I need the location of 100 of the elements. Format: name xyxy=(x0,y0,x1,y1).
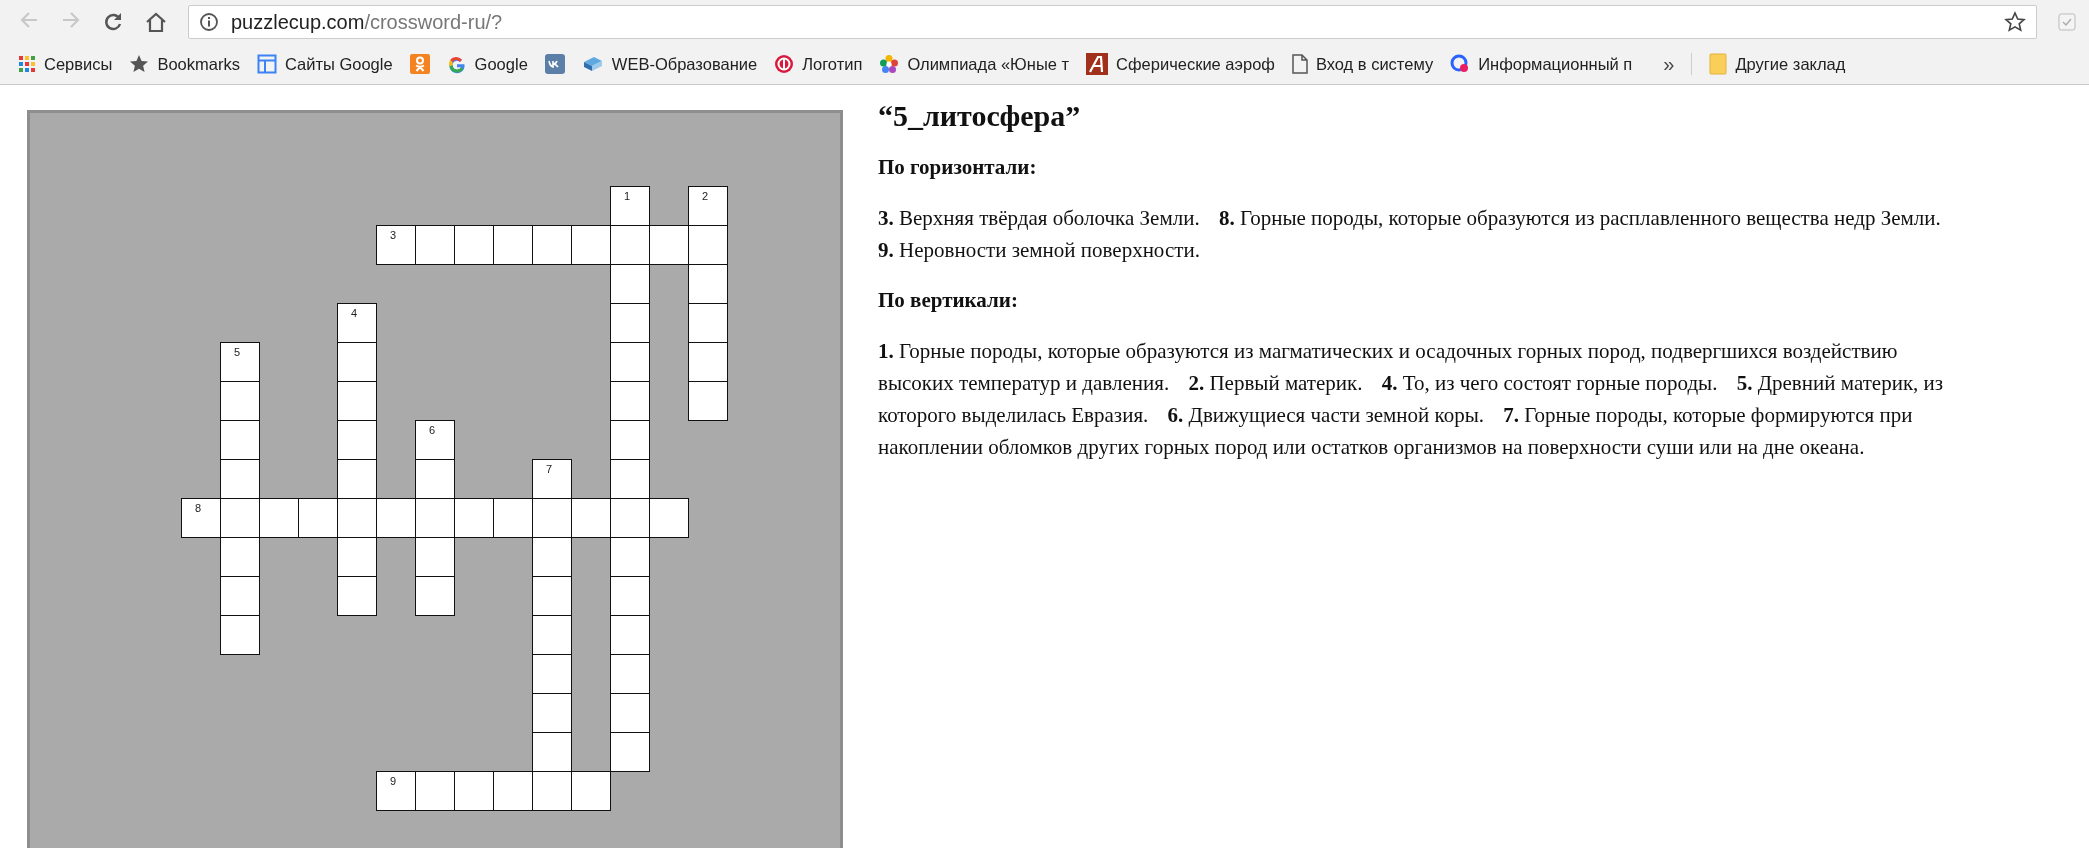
letter-cell[interactable] xyxy=(532,732,572,772)
letter-cell[interactable]: 2 xyxy=(688,186,728,226)
letter-cell[interactable] xyxy=(532,693,572,733)
letter-cell[interactable] xyxy=(610,264,650,304)
letter-cell[interactable] xyxy=(532,537,572,577)
bookmark[interactable]: Bookmarks xyxy=(129,54,240,74)
bookmark[interactable] xyxy=(409,54,430,74)
bookmark[interactable]: Сферические аэроф xyxy=(1086,53,1275,75)
letter-cell[interactable] xyxy=(532,498,572,538)
bookmark-star-icon[interactable] xyxy=(2004,11,2026,33)
letter-cell[interactable] xyxy=(571,771,611,811)
letter-cell[interactable]: 6 xyxy=(415,420,455,460)
bookmark[interactable]: Информационный п xyxy=(1450,54,1633,74)
letter-cell[interactable] xyxy=(571,498,611,538)
star-icon xyxy=(129,54,150,74)
address-bar[interactable]: puzzlecup.com/crossword-ru/? xyxy=(188,5,2037,39)
letter-cell[interactable] xyxy=(610,225,650,265)
letter-cell[interactable] xyxy=(337,342,377,382)
letter-cell[interactable] xyxy=(610,654,650,694)
letter-cell[interactable] xyxy=(688,264,728,304)
letter-cell[interactable] xyxy=(610,537,650,577)
letter-cell[interactable] xyxy=(649,498,689,538)
letter-cell[interactable] xyxy=(688,381,728,421)
letter-cell[interactable] xyxy=(610,615,650,655)
letter-cell[interactable] xyxy=(610,498,650,538)
letter-cell[interactable] xyxy=(532,771,572,811)
letter-cell[interactable] xyxy=(493,225,533,265)
letter-cell[interactable] xyxy=(493,771,533,811)
bookmark-folder[interactable]: Другие заклад xyxy=(1709,53,1846,75)
letter-cell[interactable] xyxy=(337,576,377,616)
clue-number: 2 xyxy=(702,191,709,202)
letter-cell[interactable] xyxy=(610,420,650,460)
letter-cell[interactable] xyxy=(610,459,650,499)
letter-cell[interactable] xyxy=(220,615,260,655)
letter-cell[interactable] xyxy=(454,498,494,538)
letter-cell[interactable] xyxy=(337,420,377,460)
letter-cell[interactable]: 1 xyxy=(610,186,650,226)
letter-cell[interactable]: 5 xyxy=(220,342,260,382)
info-icon[interactable] xyxy=(199,12,219,32)
bookmark[interactable]: Сайты Google xyxy=(256,54,393,74)
letter-cell[interactable] xyxy=(220,459,260,499)
letter-cell[interactable] xyxy=(688,225,728,265)
more-bookmarks-button[interactable]: » xyxy=(1663,52,1675,76)
letter-cell[interactable] xyxy=(610,576,650,616)
bookmark[interactable]: Олимпиада «Юные т xyxy=(879,54,1070,74)
clue-number: 9 xyxy=(390,776,397,787)
home-icon[interactable] xyxy=(144,11,168,33)
ok-icon xyxy=(409,54,430,74)
letter-cell[interactable] xyxy=(688,342,728,382)
letter-cell[interactable] xyxy=(571,225,611,265)
letter-cell[interactable] xyxy=(532,225,572,265)
letter-cell[interactable] xyxy=(220,381,260,421)
circle-logo-icon xyxy=(1450,54,1471,74)
bookmark[interactable] xyxy=(544,54,565,74)
letter-cell[interactable]: 8 xyxy=(181,498,221,538)
letter-cell[interactable] xyxy=(220,576,260,616)
letter-cell[interactable] xyxy=(220,498,260,538)
letter-cell[interactable] xyxy=(337,537,377,577)
letter-cell[interactable] xyxy=(220,420,260,460)
letter-cell[interactable] xyxy=(610,693,650,733)
letter-cell[interactable] xyxy=(454,771,494,811)
flower-icon xyxy=(879,54,900,74)
letter-cell[interactable] xyxy=(415,225,455,265)
bookmark[interactable]: Логотип xyxy=(774,54,863,74)
clue-number: 6 xyxy=(429,425,436,436)
bookmark[interactable]: Сервисы xyxy=(18,54,113,74)
letter-cell[interactable] xyxy=(532,576,572,616)
section-heading: По горизонтали: xyxy=(878,155,1038,180)
letter-cell[interactable] xyxy=(415,459,455,499)
letter-cell[interactable] xyxy=(337,459,377,499)
bookmark[interactable]: Вход в систему xyxy=(1291,54,1434,74)
letter-cell[interactable] xyxy=(454,225,494,265)
letter-cell[interactable] xyxy=(610,303,650,343)
letter-cell[interactable] xyxy=(415,576,455,616)
letter-cell[interactable] xyxy=(493,498,533,538)
letter-cell[interactable] xyxy=(532,654,572,694)
letter-cell[interactable] xyxy=(649,225,689,265)
letter-cell[interactable] xyxy=(376,498,416,538)
letter-cell[interactable] xyxy=(220,537,260,577)
letter-cell[interactable]: 4 xyxy=(337,303,377,343)
letter-cell[interactable] xyxy=(688,303,728,343)
letter-cell[interactable] xyxy=(610,732,650,772)
letter-cell[interactable] xyxy=(610,381,650,421)
letter-cell[interactable] xyxy=(298,498,338,538)
bookmark[interactable]: WEB-Образование xyxy=(581,54,758,74)
letter-cell[interactable] xyxy=(337,498,377,538)
letter-cell[interactable] xyxy=(259,498,299,538)
letter-cell[interactable] xyxy=(415,537,455,577)
letter-cell[interactable] xyxy=(532,615,572,655)
letter-cell[interactable] xyxy=(415,771,455,811)
letter-cell[interactable] xyxy=(415,498,455,538)
letter-cell[interactable] xyxy=(337,381,377,421)
letter-cell[interactable]: 9 xyxy=(376,771,416,811)
bookmark[interactable]: Google xyxy=(446,54,528,74)
clue-number: 5 xyxy=(234,347,241,358)
letter-cell[interactable] xyxy=(610,342,650,382)
reload-icon[interactable] xyxy=(102,11,124,33)
letter-cell[interactable]: 7 xyxy=(532,459,572,499)
clue-number: 8 xyxy=(195,503,202,514)
letter-cell[interactable]: 3 xyxy=(376,225,416,265)
